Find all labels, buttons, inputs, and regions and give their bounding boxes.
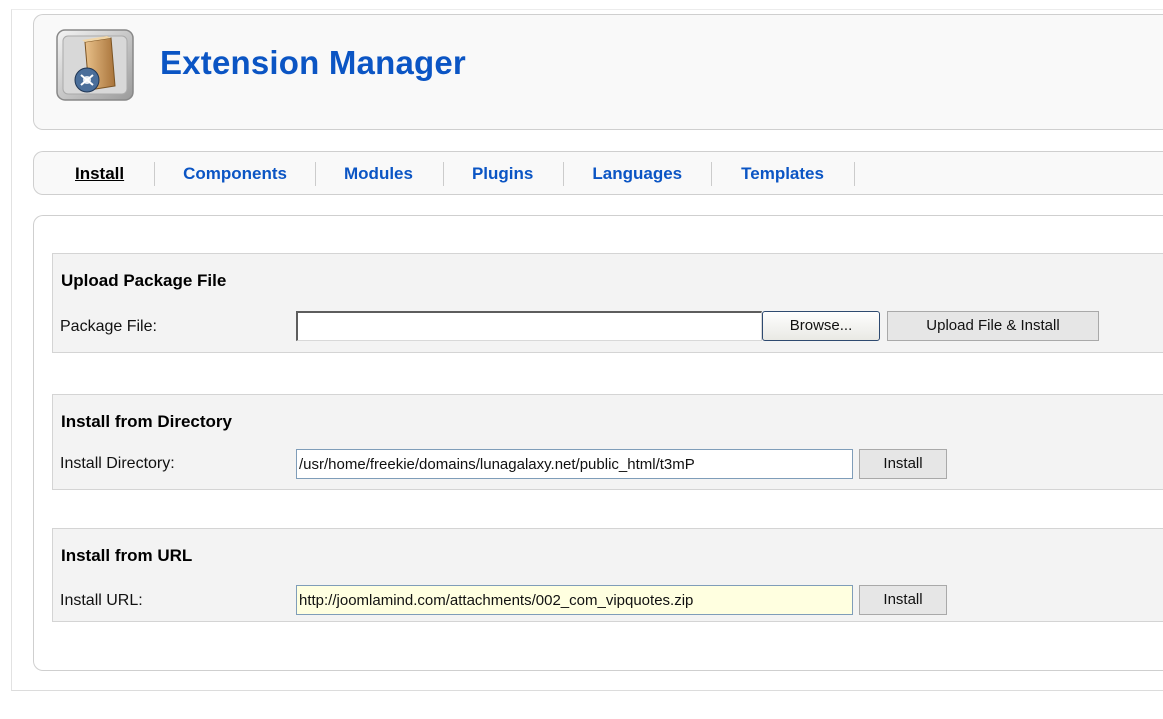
tab-templates[interactable]: Templates bbox=[741, 163, 824, 185]
section-title: Upload Package File bbox=[61, 271, 227, 290]
tab-separator bbox=[442, 162, 444, 186]
tab-modules[interactable]: Modules bbox=[344, 163, 413, 185]
install-url-input[interactable] bbox=[296, 585, 853, 615]
package-install-icon bbox=[56, 29, 134, 101]
tab-separator bbox=[711, 162, 713, 186]
install-url-button[interactable]: Install bbox=[859, 585, 947, 615]
tab-separator bbox=[853, 162, 855, 186]
upload-package-section: Upload Package File Package File: Browse… bbox=[52, 253, 1163, 353]
install-directory-button[interactable]: Install bbox=[859, 449, 947, 479]
install-directory-input[interactable] bbox=[296, 449, 853, 479]
install-directory-section: Install from Directory Install Directory… bbox=[52, 394, 1163, 490]
package-file-label: Package File: bbox=[60, 318, 157, 335]
upload-install-button[interactable]: Upload File & Install bbox=[887, 311, 1099, 341]
tab-languages[interactable]: Languages bbox=[592, 163, 682, 185]
browse-button[interactable]: Browse... bbox=[762, 311, 880, 341]
tab-separator bbox=[315, 162, 317, 186]
tab-plugins[interactable]: Plugins bbox=[472, 163, 533, 185]
install-url-section: Install from URL Install URL: Install bbox=[52, 528, 1163, 622]
install-directory-label: Install Directory: bbox=[60, 455, 175, 472]
tabs: Install Components Modules Plugins Langu… bbox=[75, 162, 855, 186]
install-url-label: Install URL: bbox=[60, 592, 143, 609]
tab-separator bbox=[154, 162, 156, 186]
tab-components[interactable]: Components bbox=[183, 163, 287, 185]
tab-separator bbox=[563, 162, 565, 186]
section-title: Install from Directory bbox=[61, 412, 232, 431]
page-title: Extension Manager bbox=[160, 44, 466, 81]
section-title: Install from URL bbox=[61, 546, 193, 565]
package-file-input[interactable] bbox=[296, 311, 762, 341]
tab-install[interactable]: Install bbox=[75, 163, 124, 185]
